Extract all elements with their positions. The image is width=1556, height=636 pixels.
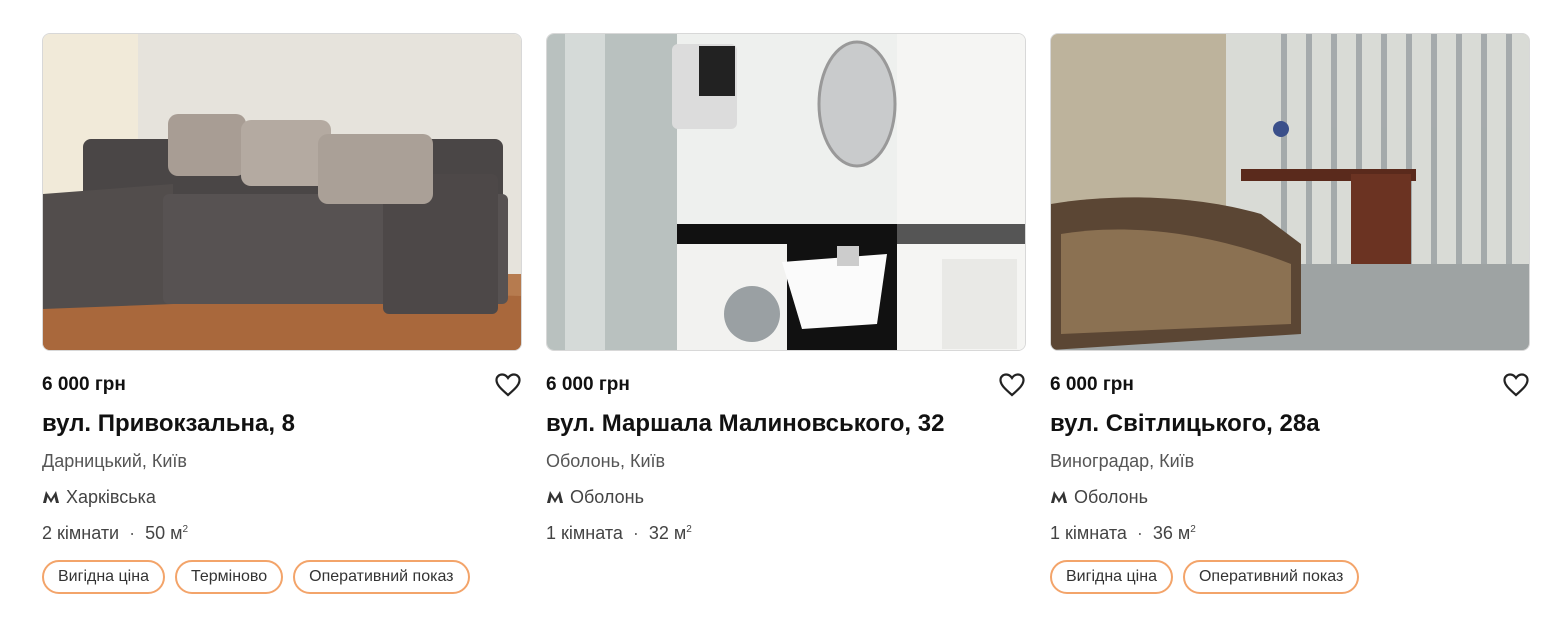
heart-outline-icon[interactable] (494, 371, 522, 399)
metro-station: Оболонь (570, 487, 644, 507)
metro-m-icon (1051, 491, 1067, 503)
tag-urgent[interactable]: Терміново (174, 560, 284, 594)
listing-district: Виноградар, Київ (1050, 451, 1195, 471)
tag-quick-viewing[interactable]: Оперативний показ (1182, 560, 1360, 594)
area: 36 м2 (1152, 523, 1196, 543)
living-room-photo (43, 34, 521, 350)
price-row: 6 000 грн (546, 372, 1026, 398)
heart-outline-icon[interactable] (1502, 371, 1530, 399)
listing-district: Оболонь, Київ (546, 451, 666, 471)
listing-photo[interactable] (42, 33, 522, 351)
metro-m-icon (43, 491, 59, 503)
area: 32 м2 (648, 523, 692, 543)
separator-dot: · (129, 523, 136, 543)
metro-row: Харківська (42, 486, 522, 508)
listing-address[interactable]: вул. Маршала Малиновського, 32 (546, 409, 1026, 439)
metro-station: Харківська (66, 487, 156, 507)
listing-specs: 2 кімнати · 50 м2 (42, 522, 522, 544)
price-row: 6 000 грн (1050, 372, 1530, 398)
listing-price: 6 000 грн (546, 374, 630, 395)
metro-row: Оболонь (1050, 486, 1530, 508)
rooms-count: 1 кімната (1050, 523, 1127, 543)
rooms-count: 1 кімната (546, 523, 623, 543)
tag-good-price[interactable]: Вигідна ціна (42, 560, 165, 594)
listing-grid: 6 000 грн вул. Привокзальна, 8 Дарницьки… (42, 33, 1530, 594)
listing-card: 6 000 грн вул. Маршала Малиновського, 32… (546, 33, 1026, 594)
tag-quick-viewing[interactable]: Оперативний показ (293, 560, 470, 594)
price-row: 6 000 грн (42, 372, 522, 398)
rooms-count: 2 кімнати (42, 523, 120, 543)
bathroom-photo (547, 34, 1025, 350)
metro-row: Оболонь (546, 486, 1026, 508)
tag-good-price[interactable]: Вигідна ціна (1050, 560, 1173, 594)
listing-specs: 1 кімната · 36 м2 (1050, 522, 1530, 544)
separator-dot: · (632, 523, 639, 543)
metro-station: Оболонь (1074, 487, 1148, 507)
listing-address[interactable]: вул. Привокзальна, 8 (42, 409, 522, 439)
listing-address[interactable]: вул. Світлицького, 28а (1050, 409, 1530, 439)
listing-card: 6 000 грн вул. Світлицького, 28а Виногра… (1050, 33, 1530, 594)
metro-m-icon (547, 491, 563, 503)
tag-list: Вигідна ціна Оперативний показ (1050, 560, 1530, 594)
listing-price: 6 000 грн (1050, 374, 1134, 395)
separator-dot: · (1136, 523, 1143, 543)
listing-district: Дарницький, Київ (42, 451, 187, 471)
listing-photo[interactable] (1050, 33, 1530, 351)
listing-photo[interactable] (546, 33, 1026, 351)
listing-card: 6 000 грн вул. Привокзальна, 8 Дарницьки… (42, 33, 522, 594)
heart-outline-icon[interactable] (998, 371, 1026, 399)
listing-specs: 1 кімната · 32 м2 (546, 522, 1026, 544)
bedroom-photo (1051, 34, 1529, 350)
listing-price: 6 000 грн (42, 374, 126, 395)
area: 50 м2 (145, 523, 189, 543)
tag-list: Вигідна ціна Терміново Оперативний показ (42, 560, 522, 594)
